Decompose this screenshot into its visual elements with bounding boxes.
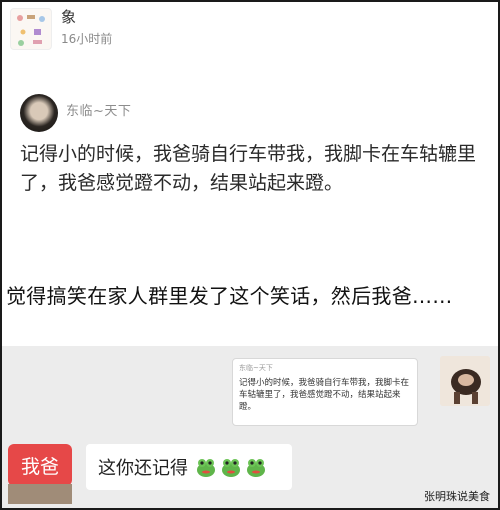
dad-name-badge: 我爸 <box>8 444 72 486</box>
dad-avatar-partial <box>8 484 72 504</box>
quoted-post-text: 记得小的时候，我爸骑自行车带我，我脚卡在车轱辘里了，我爸感觉蹬不动，结果站起来蹬… <box>20 143 477 194</box>
forwarded-user-name: 东临~天下 <box>239 364 273 372</box>
quoted-user-name: 东临~天下 <box>66 104 132 119</box>
dad-reply-bubble: 这你还记得 <box>86 444 292 490</box>
quoted-user-avatar <box>20 94 58 132</box>
poster-name[interactable]: 象 <box>61 6 76 27</box>
sender-avatar <box>440 356 490 406</box>
poster-avatar[interactable] <box>10 8 52 50</box>
post-header: 象 16小时前 <box>4 2 496 50</box>
frog-emoji-icon <box>195 456 217 478</box>
dad-reply-text: 这你还记得 <box>98 458 188 479</box>
watermark-text: 张明珠说美食 <box>424 490 490 503</box>
quoted-post-screenshot: 东临~天下 记得小的时候，我爸骑自行车带我，我脚卡在车轱辘里了，我爸感觉蹬不动，… <box>4 84 496 284</box>
post-timestamp: 16小时前 <box>61 32 113 46</box>
forwarded-message-card: 东临~天下 记得小的时候，我爸骑自行车带我，我脚卡在车轱辘里了，我爸感觉蹬不动，… <box>232 358 418 426</box>
frog-emoji-icon <box>220 456 242 478</box>
frog-emoji-icon <box>245 456 267 478</box>
family-chat-screenshot: 东临~天下 记得小的时候，我爸骑自行车带我，我脚卡在车轱辘里了，我爸感觉蹬不动，… <box>2 346 498 508</box>
forwarded-message-text: 记得小的时候，我爸骑自行车带我，我脚卡在车轱辘里了，我爸感觉蹬不动，结果站起来蹬… <box>239 378 410 412</box>
post-caption: 觉得搞笑在家人群里发了这个笑话，然后我爸…… <box>6 284 453 308</box>
